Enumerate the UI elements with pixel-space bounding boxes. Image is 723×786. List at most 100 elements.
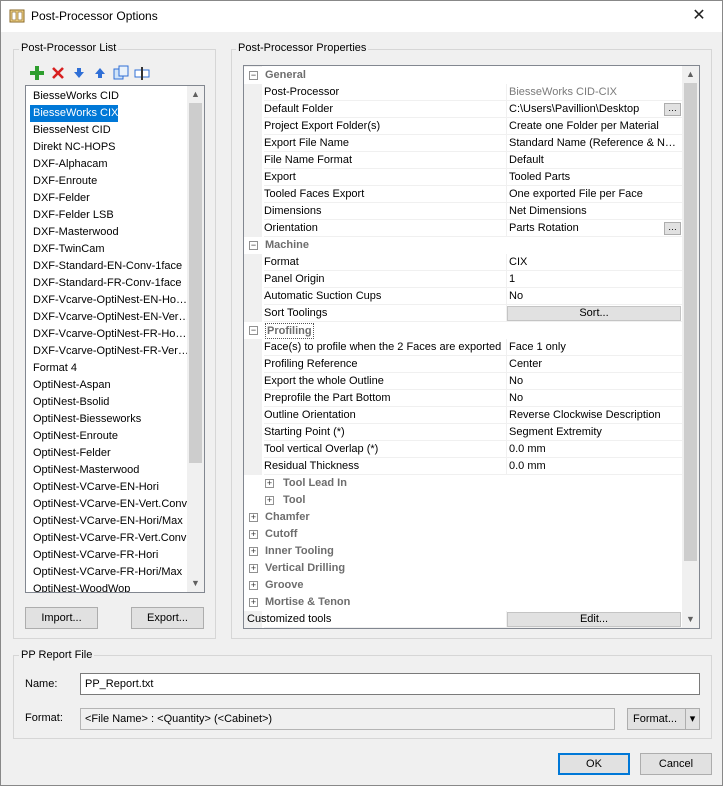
column-separator[interactable] <box>506 84 507 101</box>
chevron-down-icon[interactable]: ▾ <box>685 709 699 729</box>
property-row[interactable]: File Name Format Default <box>244 152 682 169</box>
list-item[interactable]: DXF-Vcarve-OptiNest-FR-Ver… <box>30 343 190 360</box>
property-category[interactable]: − General <box>244 67 682 84</box>
expand-icon[interactable]: + <box>265 479 274 488</box>
expand-icon[interactable]: + <box>249 530 258 539</box>
list-item[interactable]: OptiNest-Biesseworks <box>30 411 190 428</box>
post-processor-listbox[interactable]: BiesseWorks CID BiesseWorks CIX BiesseNest… <box>25 85 205 593</box>
property-value[interactable]: Net Dimensions <box>509 203 681 220</box>
property-row[interactable]: Default Folder C:\Users\Pavillion\Desktop… <box>244 101 682 118</box>
property-category[interactable]: + Inner Tooling <box>244 543 682 560</box>
list-item[interactable]: DXF-Masterwood <box>30 224 190 241</box>
list-item[interactable]: OptiNest-VCarve-FR-Hori/Max <box>30 564 190 581</box>
property-row[interactable]: Export Tooled Parts <box>244 169 682 186</box>
column-separator[interactable] <box>506 118 507 135</box>
column-separator[interactable] <box>506 220 507 237</box>
import-button[interactable]: Import... <box>25 607 98 629</box>
expand-icon[interactable]: + <box>249 513 258 522</box>
property-row[interactable]: Outline Orientation Reverse Clockwise Des… <box>244 407 682 424</box>
expand-icon[interactable]: + <box>249 547 258 556</box>
property-row[interactable]: Post-Processor BiesseWorks CID-CIX <box>244 84 682 101</box>
export-button[interactable]: Export... <box>131 607 204 629</box>
list-item[interactable]: OptiNest-Felder <box>30 445 190 462</box>
list-item[interactable]: OptiNest-Masterwood <box>30 462 190 479</box>
close-icon[interactable]: ✕ <box>684 6 714 26</box>
scroll-up-icon[interactable]: ▲ <box>682 66 699 83</box>
list-item[interactable]: DXF-Alphacam <box>30 156 190 173</box>
ellipsis-button[interactable]: … <box>664 222 681 235</box>
list-item[interactable]: OptiNest-WoodWop <box>30 581 190 592</box>
property-category[interactable]: + Tool <box>244 492 682 509</box>
report-name-input[interactable]: PP_Report.txt <box>80 673 700 695</box>
collapse-icon[interactable]: − <box>249 326 258 335</box>
move-up-icon[interactable] <box>92 65 108 81</box>
property-grid[interactable]: − General Post-Processor BiesseWorks CID-CI… <box>243 65 700 629</box>
list-item[interactable]: DXF-Vcarve-OptiNest-EN-Ho… <box>30 292 190 309</box>
expand-icon[interactable]: + <box>265 496 274 505</box>
format-button[interactable]: Format... ▾ <box>627 708 700 730</box>
column-separator[interactable] <box>506 101 507 118</box>
property-value[interactable]: Center <box>509 356 681 373</box>
scroll-thumb[interactable] <box>684 83 697 561</box>
property-value[interactable]: Reverse Clockwise Description <box>509 407 681 424</box>
property-row[interactable]: Export the whole Outline No <box>244 373 682 390</box>
property-row[interactable]: Customized tools Edit... <box>244 611 682 628</box>
column-separator[interactable] <box>506 407 507 424</box>
column-separator[interactable] <box>506 254 507 271</box>
expand-icon[interactable]: + <box>249 598 258 607</box>
property-row[interactable]: Starting Point (*) Segment Extremity <box>244 424 682 441</box>
property-category[interactable]: + Tool Lead In <box>244 475 682 492</box>
property-value[interactable]: Parts Rotation <box>509 220 659 237</box>
list-item[interactable]: OptiNest-VCarve-EN-Hori <box>30 479 190 496</box>
property-value[interactable]: Default <box>509 152 681 169</box>
expand-icon[interactable]: + <box>249 581 258 590</box>
property-row[interactable]: Orientation Parts Rotation… <box>244 220 682 237</box>
list-scrollbar[interactable]: ▲ ▼ <box>187 86 204 592</box>
edit-button[interactable]: Edit... <box>507 612 681 627</box>
copy-icon[interactable] <box>113 65 129 81</box>
column-separator[interactable] <box>506 441 507 458</box>
column-separator[interactable] <box>506 288 507 305</box>
property-value[interactable]: 0.0 mm <box>509 458 681 475</box>
list-item[interactable]: OptiNest-Bsolid <box>30 394 190 411</box>
add-icon[interactable] <box>29 65 45 81</box>
list-item[interactable]: DXF-Standard-EN-Conv-1face <box>30 258 190 275</box>
list-item[interactable]: DXF-Vcarve-OptiNest-FR-Ho… <box>30 326 190 343</box>
property-value[interactable]: Tooled Parts <box>509 169 681 186</box>
rename-icon[interactable] <box>134 65 150 81</box>
column-separator[interactable] <box>506 152 507 169</box>
column-separator[interactable] <box>506 203 507 220</box>
property-value[interactable]: No <box>509 390 681 407</box>
cancel-button[interactable]: Cancel <box>640 753 712 775</box>
column-separator[interactable] <box>506 390 507 407</box>
property-value[interactable]: CIX <box>509 254 681 271</box>
list-item[interactable]: OptiNest-Aspan <box>30 377 190 394</box>
property-row[interactable]: Preprofile the Part Bottom No <box>244 390 682 407</box>
list-item[interactable]: OptiNest-VCarve-EN-Vert.Conv <box>30 496 190 513</box>
property-category[interactable]: + Groove <box>244 577 682 594</box>
property-row[interactable]: Project Export Folder(s) Create one Folde… <box>244 118 682 135</box>
property-category[interactable]: − Profiling <box>244 322 682 339</box>
column-separator[interactable] <box>506 373 507 390</box>
property-value[interactable]: BiesseWorks CID-CIX <box>509 84 681 101</box>
list-item[interactable]: DXF-Felder <box>30 190 190 207</box>
property-row[interactable]: Profiling Reference Center <box>244 356 682 373</box>
column-separator[interactable] <box>506 271 507 288</box>
scroll-down-icon[interactable]: ▼ <box>187 575 204 592</box>
list-item[interactable]: OptiNest-VCarve-FR-Vert.Conv <box>30 530 190 547</box>
list-item[interactable]: DXF-Standard-FR-Conv-1face <box>30 275 190 292</box>
property-value[interactable]: Segment Extremity <box>509 424 681 441</box>
property-category[interactable]: − Machine <box>244 237 682 254</box>
column-separator[interactable] <box>506 135 507 152</box>
property-category[interactable]: + Cutoff <box>244 526 682 543</box>
property-category[interactable]: + Chamfer <box>244 509 682 526</box>
sort-button[interactable]: Sort... <box>507 306 681 321</box>
property-row[interactable]: Sort Toolings Sort... <box>244 305 682 322</box>
move-down-icon[interactable] <box>71 65 87 81</box>
property-value[interactable]: Standard Name (Reference & N… <box>509 135 681 152</box>
column-separator[interactable] <box>506 424 507 441</box>
property-row[interactable]: Tool vertical Overlap (*) 0.0 mm <box>244 441 682 458</box>
property-row[interactable]: Export File Name Standard Name (Reference… <box>244 135 682 152</box>
expand-icon[interactable]: + <box>249 564 258 573</box>
property-value[interactable]: Face 1 only <box>509 339 681 356</box>
